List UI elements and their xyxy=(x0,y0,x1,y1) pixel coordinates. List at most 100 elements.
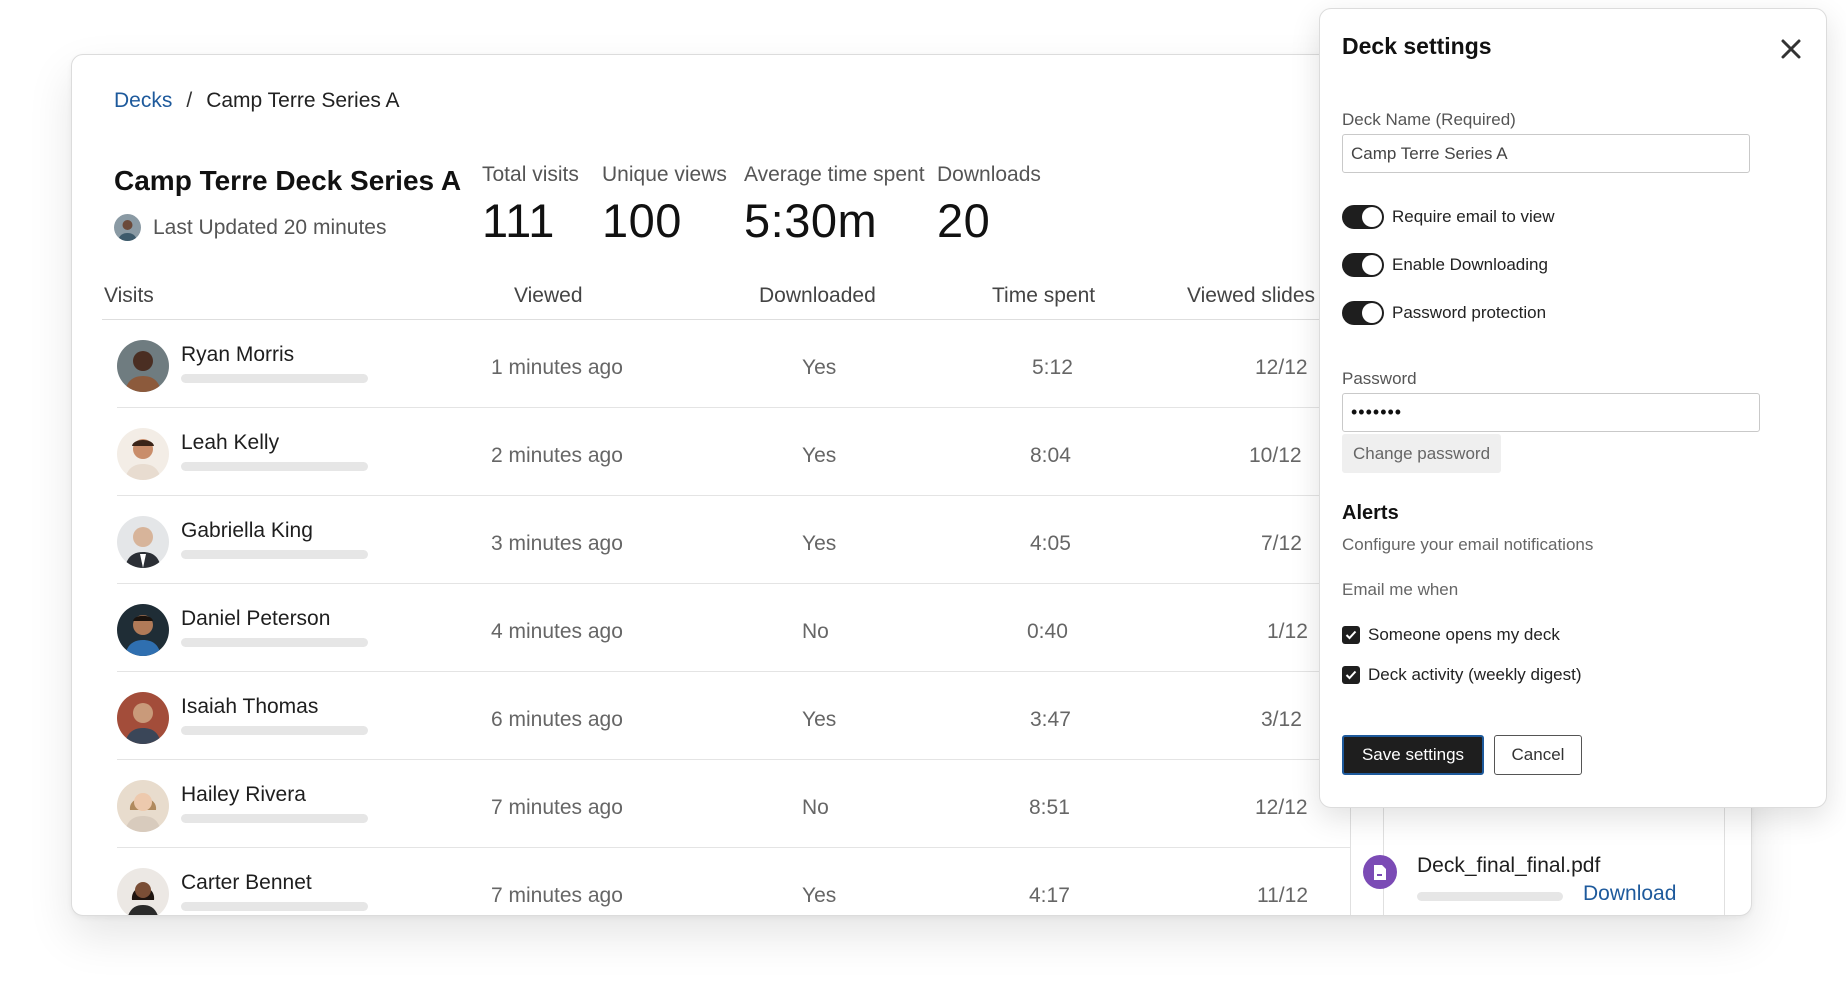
viewed-slides-cell: 1/12 xyxy=(1267,620,1308,643)
time-spent-cell: 8:04 xyxy=(1030,444,1071,467)
viewed-slides-cell: 3/12 xyxy=(1261,708,1302,731)
column-header-viewed-slides[interactable]: Viewed slides xyxy=(1187,284,1315,308)
file-name[interactable]: Deck_final_final.pdf xyxy=(1417,854,1600,878)
change-password-button[interactable]: Change password xyxy=(1342,434,1502,473)
enable-downloading-toggle-row[interactable]: Enable Downloading xyxy=(1342,253,1548,277)
toggle-label: Enable Downloading xyxy=(1392,255,1548,274)
toggle-label: Require email to view xyxy=(1392,207,1555,226)
avatar xyxy=(117,868,169,915)
downloaded-cell: Yes xyxy=(802,708,837,731)
toggle-label: Password protection xyxy=(1392,303,1547,322)
save-settings-button[interactable]: Save settings xyxy=(1342,735,1484,775)
progress-bar xyxy=(181,902,368,911)
visitor-name: Hailey Rivera xyxy=(181,783,306,806)
table-row[interactable]: Ryan Morris 1 minutes ago Yes 5:12 12/12 xyxy=(117,320,1382,408)
downloaded-cell: No xyxy=(802,620,829,643)
download-link[interactable]: Download xyxy=(1583,882,1676,906)
alerts-subtitle: Configure your email notifications xyxy=(1342,535,1594,554)
deck-name-label: Deck Name (Required) xyxy=(1342,110,1516,129)
visitor-name: Ryan Morris xyxy=(181,343,295,366)
checkmark-icon xyxy=(1345,670,1357,680)
visitor-name: Gabriella King xyxy=(181,519,313,542)
deck-settings-panel: Deck settings Deck Name (Required) Requi… xyxy=(1319,8,1827,808)
deck-name-input[interactable] xyxy=(1342,134,1750,173)
table-row[interactable]: Daniel Peterson 4 minutes ago No 0:40 1/… xyxy=(117,584,1382,672)
someone-opens-checkbox-row[interactable]: Someone opens my deck xyxy=(1342,625,1560,645)
stat-value: 5:30m xyxy=(744,194,878,247)
avatar xyxy=(114,214,141,241)
viewed-cell: 3 minutes ago xyxy=(491,532,623,555)
breadcrumb-separator: / xyxy=(186,89,193,112)
viewed-cell: 2 minutes ago xyxy=(491,444,623,467)
page-title: Camp Terre Deck Series A xyxy=(114,165,462,196)
password-field[interactable]: ••••••• xyxy=(1342,393,1760,432)
settings-title: Deck settings xyxy=(1342,33,1492,59)
password-protection-toggle[interactable] xyxy=(1342,301,1384,325)
stat-value: 111 xyxy=(482,194,555,247)
viewed-cell: 7 minutes ago xyxy=(491,796,623,819)
weekly-digest-checkbox-row[interactable]: Deck activity (weekly digest) xyxy=(1342,665,1582,685)
progress-bar xyxy=(181,814,368,823)
downloaded-cell: Yes xyxy=(802,884,837,907)
stat-value: 20 xyxy=(937,194,991,247)
downloaded-cell: Yes xyxy=(802,444,837,467)
avatar xyxy=(117,516,169,568)
progress-bar xyxy=(181,550,368,559)
column-header-viewed[interactable]: Viewed xyxy=(514,284,583,308)
viewed-slides-cell: 11/12 xyxy=(1257,884,1308,907)
progress-bar xyxy=(181,726,368,735)
alerts-heading: Alerts xyxy=(1342,502,1399,524)
table-row[interactable]: Isaiah Thomas 6 minutes ago Yes 3:47 3/1… xyxy=(117,672,1382,760)
stat-downloads: Downloads 20 xyxy=(937,163,1041,248)
column-header-visits[interactable]: Visits xyxy=(104,284,154,308)
avatar xyxy=(117,692,169,744)
stat-label: Average time spent xyxy=(744,163,925,186)
stat-label: Downloads xyxy=(937,163,1041,186)
visitor-name: Carter Bennet xyxy=(181,871,312,894)
table-row[interactable]: Hailey Rivera 7 minutes ago No 8:51 12/1… xyxy=(117,760,1382,848)
viewed-cell: 7 minutes ago xyxy=(491,884,623,907)
table-row[interactable]: Gabriella King 3 minutes ago Yes 4:05 7/… xyxy=(117,496,1382,584)
viewed-slides-cell: 12/12 xyxy=(1255,356,1308,379)
stat-total-visits: Total visits 111 xyxy=(482,163,579,248)
checkbox-label: Someone opens my deck xyxy=(1368,625,1560,644)
downloaded-cell: Yes xyxy=(802,356,837,379)
close-button[interactable] xyxy=(1775,33,1807,65)
viewed-slides-cell: 7/12 xyxy=(1261,532,1302,555)
visitor-name: Leah Kelly xyxy=(181,431,280,454)
time-spent-cell: 4:17 xyxy=(1029,884,1070,907)
enable-downloading-toggle[interactable] xyxy=(1342,253,1384,277)
weekly-digest-checkbox[interactable] xyxy=(1342,666,1360,684)
someone-opens-checkbox[interactable] xyxy=(1342,626,1360,644)
breadcrumb-decks-link[interactable]: Decks xyxy=(114,89,172,113)
password-protection-toggle-row[interactable]: Password protection xyxy=(1342,301,1546,325)
column-header-time-spent[interactable]: Time spent xyxy=(992,284,1095,308)
progress-bar xyxy=(181,374,368,383)
viewed-slides-cell: 12/12 xyxy=(1255,796,1308,819)
viewed-cell: 4 minutes ago xyxy=(491,620,623,643)
email-me-when-label: Email me when xyxy=(1342,580,1459,599)
viewed-cell: 1 minutes ago xyxy=(491,356,623,379)
progress-bar xyxy=(181,638,368,647)
require-email-toggle[interactable] xyxy=(1342,205,1384,229)
password-label: Password xyxy=(1342,369,1417,388)
stat-average-time: Average time spent 5:30m xyxy=(744,163,925,248)
time-spent-cell: 5:12 xyxy=(1032,356,1073,379)
last-updated-text: Last Updated 20 minutes xyxy=(153,215,387,239)
time-spent-cell: 4:05 xyxy=(1030,532,1071,555)
cancel-button[interactable]: Cancel xyxy=(1494,735,1582,775)
progress-bar xyxy=(181,462,368,471)
table-row[interactable]: Leah Kelly 2 minutes ago Yes 8:04 10/12 xyxy=(117,408,1382,496)
column-header-downloaded[interactable]: Downloaded xyxy=(759,284,876,308)
close-icon xyxy=(1781,39,1801,59)
require-email-toggle-row[interactable]: Require email to view xyxy=(1342,205,1555,229)
stat-value: 100 xyxy=(602,194,682,247)
stat-label: Total visits xyxy=(482,163,579,186)
table-row[interactable]: Carter Bennet 7 minutes ago Yes 4:17 11/… xyxy=(117,848,1382,915)
avatar xyxy=(117,780,169,832)
checkmark-icon xyxy=(1345,630,1357,640)
stat-label: Unique views xyxy=(602,163,727,186)
visitor-name: Isaiah Thomas xyxy=(181,695,319,718)
checkbox-label: Deck activity (weekly digest) xyxy=(1368,665,1582,684)
avatar xyxy=(117,604,169,656)
